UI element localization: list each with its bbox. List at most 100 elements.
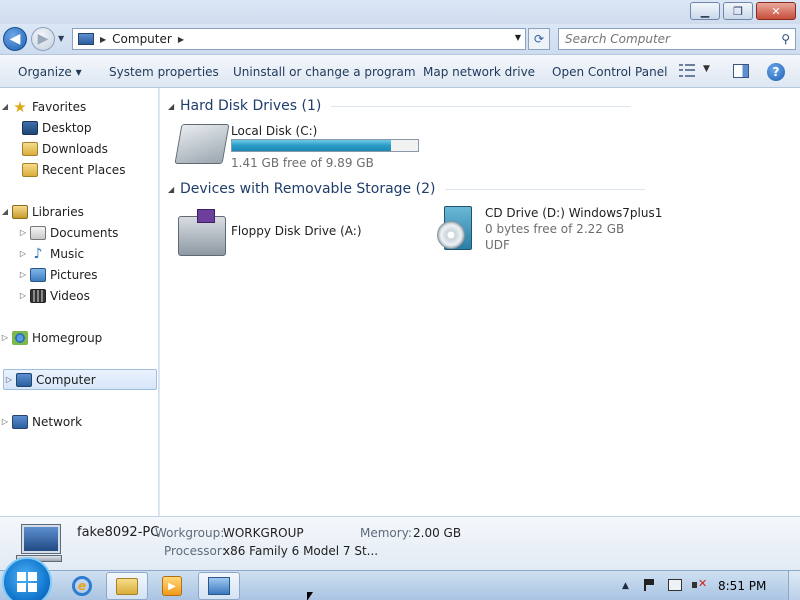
expand-arrow-icon[interactable]: ◢ (0, 207, 10, 216)
group-collapse-icon[interactable]: ◢ (168, 185, 180, 194)
system-clock[interactable]: 8:51 PM (718, 579, 766, 593)
sidebar-item-label: Homegroup (32, 330, 103, 345)
minimize-button[interactable]: ▁ (690, 2, 720, 20)
network-icon (12, 414, 28, 429)
drive-filesystem: UDF (485, 238, 510, 252)
sidebar-item-label: Documents (50, 225, 119, 240)
group-divider (331, 105, 632, 107)
videos-icon (30, 288, 46, 303)
organize-button[interactable]: Organize ▾ (18, 65, 82, 79)
collapsed-arrow-icon[interactable]: ▷ (18, 291, 28, 300)
collapsed-arrow-icon[interactable]: ▷ (18, 228, 28, 237)
sidebar-item-documents[interactable]: ▷ Documents (0, 222, 159, 243)
sidebar-item-network[interactable]: ▷ Network (0, 411, 159, 432)
sidebar-item-pictures[interactable]: ▷ Pictures (0, 264, 159, 285)
breadcrumb-computer[interactable]: Computer (112, 32, 172, 46)
drive-item-local-disk-c[interactable]: Local Disk (C:) 1.41 GB free of 9.89 GB (174, 124, 428, 170)
help-icon[interactable]: ? (767, 63, 785, 81)
recent-pages-dropdown[interactable]: ▼ (58, 34, 64, 43)
close-button[interactable]: ✕ (756, 2, 796, 20)
sidebar-item-label: Recent Places (42, 162, 126, 177)
collapsed-arrow-icon[interactable]: ▷ (18, 249, 28, 258)
search-input[interactable] (559, 29, 759, 49)
map-network-drive-button[interactable]: Map network drive (423, 65, 535, 79)
system-properties-button[interactable]: System properties (109, 65, 219, 79)
action-center-icon[interactable] (644, 579, 654, 591)
sidebar-item-label: Desktop (42, 120, 92, 135)
group-header-removable-storage[interactable]: ◢ Devices with Removable Storage (2) (168, 181, 646, 197)
change-view-icon[interactable] (679, 64, 695, 78)
window-controls: ▁ ❐ ✕ (687, 2, 796, 20)
taskbar-media-player[interactable]: ▶ (154, 572, 190, 600)
homegroup-icon (12, 330, 28, 345)
processor-value: x86 Family 6 Model 7 St... (223, 544, 379, 558)
sidebar-item-label: Libraries (32, 204, 84, 219)
drive-item-floppy-a[interactable]: Floppy Disk Drive (A:) (178, 209, 398, 256)
preview-pane-icon[interactable] (733, 64, 749, 78)
chevron-right-icon[interactable]: ▶ (178, 35, 184, 44)
capacity-bar-fill (232, 140, 392, 151)
desktop-icon (22, 120, 38, 135)
computer-icon (16, 372, 32, 387)
search-box[interactable]: ⚲ (558, 28, 796, 50)
sidebar-item-recent-places[interactable]: Recent Places (0, 159, 159, 180)
address-dropdown-icon[interactable]: ▼ (515, 33, 521, 42)
sidebar-item-label: Computer (36, 372, 96, 387)
sidebar-item-label: Downloads (42, 141, 108, 156)
search-icon[interactable]: ⚲ (781, 32, 790, 46)
address-bar[interactable]: ▶ Computer ▶ ▼ (72, 28, 526, 50)
collapsed-arrow-icon[interactable]: ▷ (18, 270, 28, 279)
show-desktop-button[interactable] (788, 571, 800, 600)
sidebar-item-favorites[interactable]: ◢ ★ Favorites (0, 96, 159, 117)
sidebar-item-videos[interactable]: ▷ Videos (0, 285, 159, 306)
documents-icon (30, 225, 46, 240)
collapsed-arrow-icon[interactable]: ▷ (0, 333, 10, 342)
back-button[interactable]: ◀ (3, 27, 27, 51)
navigation-pane: ◢ ★ Favorites Desktop Downloads Recent P… (0, 88, 159, 516)
sidebar-item-label: Videos (50, 288, 90, 303)
chevron-right-icon[interactable]: ▶ (100, 35, 106, 44)
sidebar-item-homegroup[interactable]: ▷ Homegroup (0, 327, 159, 348)
computer-name: fake8092-PC (77, 525, 160, 540)
workgroup-label: Workgroup: (155, 526, 225, 540)
sidebar-item-libraries[interactable]: ◢ Libraries (0, 201, 159, 222)
taskbar-internet-explorer[interactable]: e (64, 572, 100, 600)
sidebar-item-label: Network (32, 414, 83, 429)
taskbar-windows-explorer[interactable] (106, 572, 148, 600)
command-bar: Organize ▾ System properties Uninstall o… (0, 54, 800, 88)
memory-value: 2.00 GB (413, 526, 462, 540)
start-button[interactable] (0, 557, 54, 600)
drive-item-cd-d[interactable]: CD Drive (D:) Windows7plus1 0 bytes free… (432, 206, 692, 256)
sidebar-item-computer[interactable]: ▷ Computer (3, 369, 157, 390)
sidebar-item-desktop[interactable]: Desktop (0, 117, 159, 138)
memory-label: Memory: (360, 526, 412, 540)
floppy-drive-icon (178, 209, 226, 256)
forward-button[interactable]: ▶ (31, 27, 55, 51)
sidebar-item-downloads[interactable]: Downloads (0, 138, 159, 159)
group-header-hard-disk-drives[interactable]: ◢ Hard Disk Drives (1) (168, 98, 632, 114)
sidebar-item-label: Pictures (50, 267, 98, 282)
processor-label: Processor: (164, 544, 226, 558)
sidebar-item-music[interactable]: ▷ ♪ Music (0, 243, 159, 264)
recent-places-icon (22, 162, 38, 177)
network-status-icon[interactable] (668, 579, 682, 591)
details-pane: fake8092-PC Workgroup: WORKGROUP Memory:… (0, 516, 800, 570)
refresh-button[interactable]: ⟳ (528, 28, 550, 50)
windows-logo-icon (2, 557, 52, 600)
group-title: Hard Disk Drives (1) (180, 98, 322, 114)
taskbar-remote-desktop[interactable] (198, 572, 240, 600)
cd-drive-icon (437, 206, 472, 250)
capacity-bar (231, 139, 419, 152)
drive-free-space: 1.41 GB free of 9.89 GB (231, 156, 374, 170)
uninstall-program-button[interactable]: Uninstall or change a program (233, 65, 416, 79)
collapsed-arrow-icon[interactable]: ▷ (4, 375, 14, 384)
open-control-panel-button[interactable]: Open Control Panel (552, 65, 667, 79)
show-hidden-icons-button[interactable]: ▲ (622, 581, 629, 591)
maximize-button[interactable]: ❐ (723, 2, 753, 20)
expand-arrow-icon[interactable]: ◢ (0, 102, 10, 111)
view-options-dropdown-icon[interactable]: ▼ (703, 64, 710, 74)
media-player-icon: ▶ (162, 576, 182, 596)
group-collapse-icon[interactable]: ◢ (168, 102, 180, 111)
collapsed-arrow-icon[interactable]: ▷ (0, 417, 10, 426)
pictures-icon (30, 267, 46, 282)
